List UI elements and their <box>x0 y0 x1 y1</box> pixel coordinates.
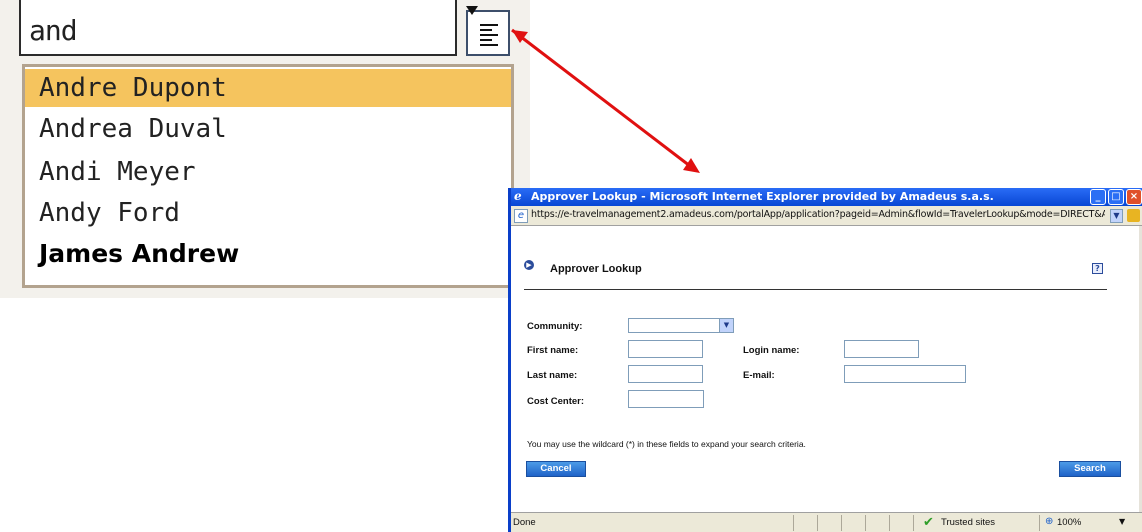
security-zone: Trusted sites <box>941 517 996 528</box>
address-bar: e https://e-travelmanagement2.amadeus.co… <box>511 206 1142 226</box>
login-name-label: Login name: <box>743 345 800 356</box>
play-icon: ▶ <box>524 260 534 270</box>
page-title: Approver Lookup <box>550 263 642 275</box>
email-label: E-mail: <box>743 370 775 381</box>
cancel-button[interactable]: Cancel <box>526 461 586 477</box>
list-icon <box>480 24 498 49</box>
community-label: Community: <box>527 321 583 332</box>
last-name-field[interactable] <box>628 365 703 383</box>
name-search-input[interactable]: and <box>19 0 457 56</box>
wildcard-hint: You may use the wildcard (*) in these fi… <box>527 439 806 449</box>
cost-center-field[interactable] <box>628 390 704 408</box>
maximize-button[interactable]: □ <box>1108 189 1124 205</box>
search-button[interactable]: Search <box>1059 461 1121 477</box>
status-text: Done <box>513 517 536 528</box>
page-icon: e <box>514 209 528 223</box>
help-icon[interactable]: ? <box>1092 263 1103 274</box>
dropdown-triangle-icon <box>466 6 478 15</box>
title-divider <box>524 289 1107 290</box>
zoom-dropdown-icon[interactable]: ▼ <box>1119 517 1125 526</box>
suggestion-item[interactable]: Andi Meyer <box>25 153 511 191</box>
first-name-label: First name: <box>527 345 579 356</box>
ie-popup-window: e Approver Lookup - Microsoft Internet E… <box>508 188 1142 532</box>
email-field[interactable] <box>844 365 966 383</box>
status-bar: Done ✔ Trusted sites ⊕ 100% ▼ <box>511 512 1142 532</box>
window-title-bar[interactable]: e Approver Lookup - Microsoft Internet E… <box>511 188 1142 206</box>
cost-center-label: Cost Center: <box>527 396 585 407</box>
close-button[interactable]: × <box>1126 189 1142 205</box>
lookup-list-button[interactable] <box>466 6 510 56</box>
suggestion-list: Andre Dupont Andrea Duval Andi Meyer And… <box>22 64 514 288</box>
suggestion-item[interactable]: Andy Ford <box>25 194 511 232</box>
last-name-label: Last name: <box>527 370 578 381</box>
address-dropdown-icon[interactable]: ▼ <box>1110 209 1123 223</box>
login-name-field[interactable] <box>844 340 919 358</box>
minimize-button[interactable]: _ <box>1090 189 1106 205</box>
search-input-value: and <box>29 14 78 47</box>
page-content: ▶ Approver Lookup ? Community: ▼ First n… <box>511 226 1142 512</box>
first-name-field[interactable] <box>628 340 703 358</box>
arrow-line <box>511 28 691 168</box>
check-icon: ✔ <box>923 515 934 530</box>
chevron-down-icon[interactable]: ▼ <box>719 319 733 332</box>
zoom-level[interactable]: 100% <box>1057 517 1081 528</box>
ie-logo-icon: e <box>514 189 522 203</box>
arrow-head-end <box>683 158 700 173</box>
suggestion-item[interactable]: Andre Dupont <box>25 69 511 107</box>
address-url[interactable]: https://e-travelmanagement2.amadeus.com/… <box>531 209 1105 224</box>
suggestion-item[interactable]: James Andrew <box>25 235 511 273</box>
window-title: Approver Lookup - Microsoft Internet Exp… <box>531 190 994 203</box>
suggestion-item[interactable]: Andrea Duval <box>25 110 511 148</box>
community-select[interactable]: ▼ <box>628 318 734 333</box>
lock-icon[interactable] <box>1127 209 1140 222</box>
zoom-icon[interactable]: ⊕ <box>1045 516 1053 527</box>
